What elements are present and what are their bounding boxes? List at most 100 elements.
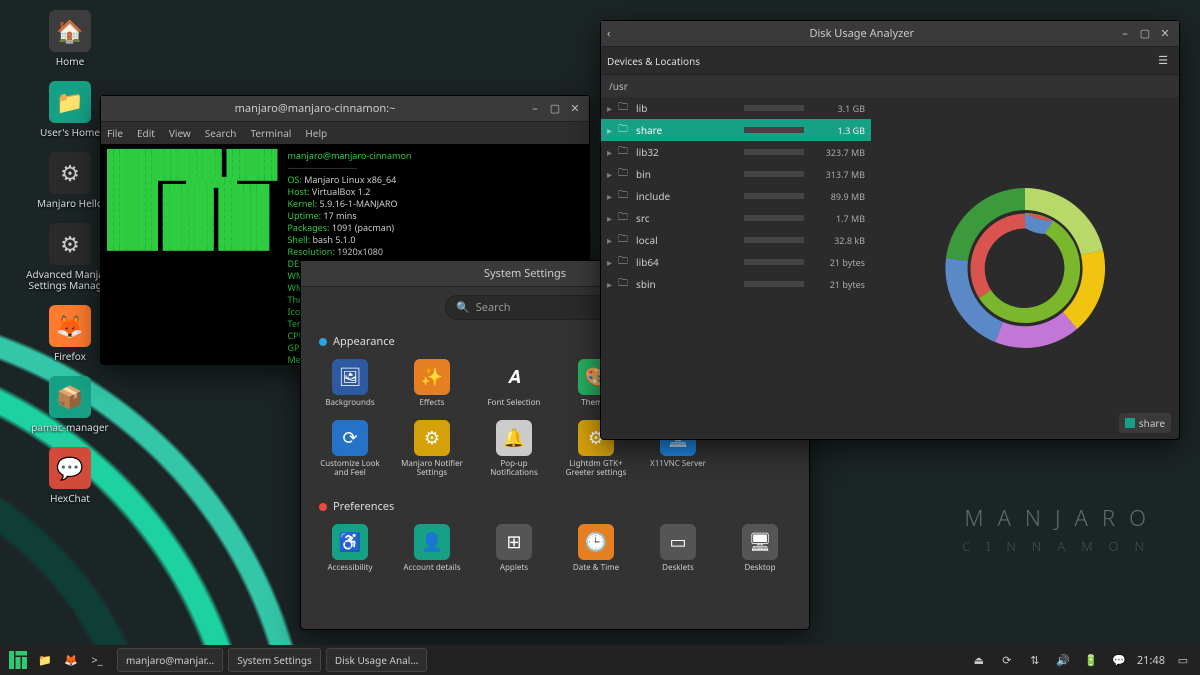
maximize-button[interactable]: ▢	[1137, 26, 1153, 42]
desktop-glyph-icon: 📦	[49, 376, 91, 418]
ringchart[interactable]: share	[871, 97, 1179, 439]
close-button[interactable]: ✕	[1157, 26, 1173, 42]
dua-titlebar[interactable]: ‹ Disk Usage Analyzer – ▢ ✕	[601, 21, 1179, 47]
battery-icon[interactable]: 🔋	[1079, 648, 1103, 672]
settings-glyph-icon: ⚙	[414, 420, 450, 456]
settings-item-customize-look-and-feel[interactable]: ⟳ Customize Look and Feel	[311, 416, 389, 482]
crumb[interactable]: Devices & Locations	[607, 54, 700, 68]
terminal-titlebar[interactable]: manjaro@manjaro-cinnamon:~ – ▢ ✕	[101, 96, 589, 122]
dua-row-lib64[interactable]: ▸ 🗀 lib64 21 bytes	[601, 251, 871, 273]
dua-size: 21 bytes	[810, 256, 865, 269]
desktop-icon-label: Home	[20, 56, 120, 67]
desktop-icon-label: pamac-manager	[20, 422, 120, 433]
chevron-right-icon: ▸	[607, 233, 612, 247]
settings-item-desktop[interactable]: 🖥 Desktop	[721, 520, 799, 577]
chevron-right-icon: ▸	[607, 211, 612, 225]
settings-glyph-icon: 🔔	[496, 420, 532, 456]
dua-bar	[744, 215, 804, 221]
settings-item-applets[interactable]: ⊞ Applets	[475, 520, 553, 577]
dua-size: 323.7 MB	[810, 146, 865, 159]
dua-row-bin[interactable]: ▸ 🗀 bin 313.7 MB	[601, 163, 871, 185]
section-dot-icon	[319, 503, 327, 511]
show-desktop-button[interactable]: ▭	[1171, 648, 1195, 672]
terminal-menu-view[interactable]: View	[169, 126, 191, 140]
settings-glyph-icon: ✨	[414, 359, 450, 395]
taskbar-task[interactable]: manjaro@manjar...	[117, 648, 223, 672]
desktop-glyph-icon: ⚙	[49, 152, 91, 194]
folder-icon: 🗀	[618, 209, 630, 227]
taskbar-panel[interactable]: 📁🦊>_ manjaro@manjar...System SettingsDis…	[0, 645, 1200, 675]
minimize-button[interactable]: –	[527, 101, 543, 117]
settings-item-accessibility[interactable]: ♿ Accessibility	[311, 520, 389, 577]
dua-row-sbin[interactable]: ▸ 🗀 sbin 21 bytes	[601, 273, 871, 295]
terminal-menu-help[interactable]: Help	[305, 126, 327, 140]
network-icon[interactable]: ⇅	[1023, 648, 1047, 672]
minimize-button[interactable]: –	[1117, 26, 1133, 42]
close-button[interactable]: ✕	[567, 101, 583, 117]
folder-icon: 🗀	[618, 121, 630, 139]
settings-item-date-time[interactable]: 🕒 Date & Time	[557, 520, 635, 577]
wallpaper-brand: MANJARO CINNAMON	[962, 503, 1160, 555]
dua-name: lib64	[636, 255, 738, 269]
dua-size: 32.8 kB	[810, 234, 865, 247]
settings-glyph-icon: 🕒	[578, 524, 614, 560]
terminal-menu-search[interactable]: Search	[205, 126, 237, 140]
settings-item-label: Lightdm GTK+ Greeter settings	[559, 460, 633, 478]
chevron-right-icon: ▸	[607, 189, 612, 203]
chevron-right-icon: ▸	[607, 123, 612, 137]
settings-item-effects[interactable]: ✨ Effects	[393, 355, 471, 412]
hamburger-icon[interactable]: ☰	[1153, 51, 1173, 71]
settings-item-label: Customize Look and Feel	[313, 460, 387, 478]
chevron-right-icon: ▸	[607, 277, 612, 291]
volume-icon[interactable]: 🔊	[1051, 648, 1075, 672]
removable-icon[interactable]: ⏏	[967, 648, 991, 672]
manjaro-logo-icon: ██████████████████ ████████ ████████████…	[107, 150, 277, 358]
settings-item-desklets[interactable]: ▭ Desklets	[639, 520, 717, 577]
disk-usage-window[interactable]: ‹ Disk Usage Analyzer – ▢ ✕ Devices & Lo…	[600, 20, 1180, 440]
dua-row-lib32[interactable]: ▸ 🗀 lib32 323.7 MB	[601, 141, 871, 163]
search-icon: 🔍	[456, 300, 470, 315]
clock[interactable]: 21:48	[1133, 648, 1169, 672]
settings-item-account-details[interactable]: 👤 Account details	[393, 520, 471, 577]
start-menu-button[interactable]	[5, 648, 31, 672]
dua-row-local[interactable]: ▸ 🗀 local 32.8 kB	[601, 229, 871, 251]
terminal-menu-terminal[interactable]: Terminal	[250, 126, 291, 140]
notification-icon[interactable]: 💬	[1107, 648, 1131, 672]
chevron-right-icon: ▸	[607, 101, 612, 115]
terminal-menu-edit[interactable]: Edit	[137, 126, 155, 140]
terminal-icon[interactable]: >_	[85, 648, 109, 672]
terminal-menu-file[interactable]: File	[107, 126, 123, 140]
settings-item-pop-up-notifications[interactable]: 🔔 Pop-up Notifications	[475, 416, 553, 482]
settings-item-label: Date & Time	[559, 564, 633, 573]
settings-item-manjaro-notifier-settings[interactable]: ⚙ Manjaro Notifier Settings	[393, 416, 471, 482]
updates-icon[interactable]: ⟳	[995, 648, 1019, 672]
dua-row-lib[interactable]: ▸ 🗀 lib 3.1 GB	[601, 97, 871, 119]
settings-glyph-icon: ♿	[332, 524, 368, 560]
desktop-icon-5[interactable]: 📦 pamac-manager	[20, 376, 120, 433]
dua-name: include	[636, 189, 738, 203]
dua-size: 313.7 MB	[810, 168, 865, 181]
settings-item-label: Desktop	[723, 564, 797, 573]
settings-item-backgrounds[interactable]: 🖼 Backgrounds	[311, 355, 389, 412]
files-icon[interactable]: 📁	[33, 648, 57, 672]
taskbar-task[interactable]: Disk Usage Anal...	[326, 648, 428, 672]
maximize-button[interactable]: ▢	[547, 101, 563, 117]
dua-name: src	[636, 211, 738, 225]
desktop-icon-0[interactable]: 🏠 Home	[20, 10, 120, 67]
folder-icon: 🗀	[618, 253, 630, 271]
ring-legend: share	[1119, 413, 1171, 433]
taskbar-task[interactable]: System Settings	[228, 648, 321, 672]
folder-icon: 🗀	[618, 143, 630, 161]
firefox-icon[interactable]: 🦊	[59, 648, 83, 672]
dua-row-src[interactable]: ▸ 🗀 src 1.7 MB	[601, 207, 871, 229]
settings-glyph-icon: 𝑨	[496, 359, 532, 395]
dua-bar	[744, 105, 804, 111]
settings-glyph-icon: ⊞	[496, 524, 532, 560]
chevron-right-icon: ▸	[607, 255, 612, 269]
desktop-icon-6[interactable]: 💬 HexChat	[20, 447, 120, 504]
settings-item-font-selection[interactable]: 𝑨 Font Selection	[475, 355, 553, 412]
dua-row-share[interactable]: ▸ 🗀 share 1.3 GB	[601, 119, 871, 141]
dua-name: local	[636, 233, 738, 247]
dua-row-include[interactable]: ▸ 🗀 include 89.9 MB	[601, 185, 871, 207]
section-dot-icon	[319, 338, 327, 346]
